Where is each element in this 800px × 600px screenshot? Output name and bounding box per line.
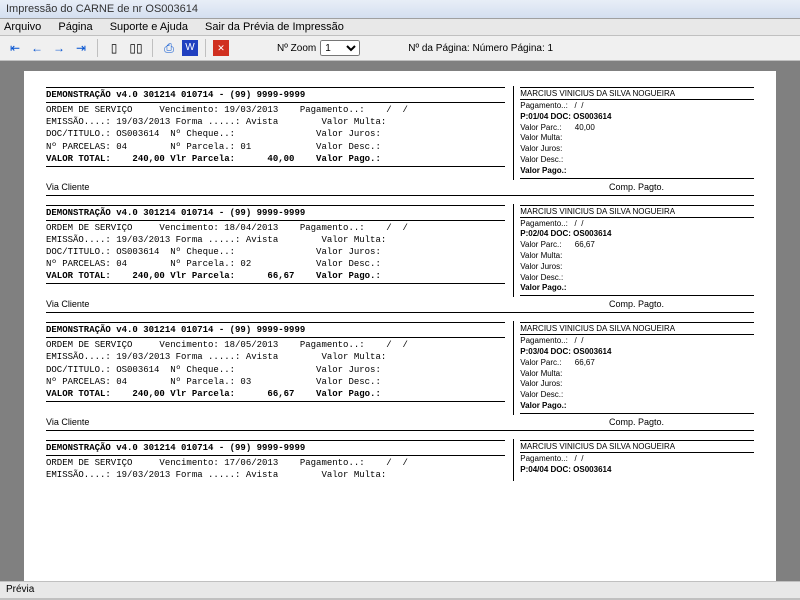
- r-pagamento: Pagamento..: / /: [520, 219, 754, 230]
- print-icon[interactable]: ⎙: [160, 39, 178, 57]
- page-icon[interactable]: ▯: [105, 39, 123, 57]
- demo-header: DEMONSTRAÇÃO v4.0 301214 010714 - (99) 9…: [46, 324, 505, 336]
- via-cliente: Via Cliente: [46, 299, 89, 309]
- row-emissao: EMISSÃO....: 19/03/2013 Forma .....: Avi…: [46, 234, 505, 246]
- r-pdoc: P:04/04 DOC: OS003614: [520, 465, 754, 476]
- row-emissao: EMISSÃO....: 19/03/2013 Forma .....: Avi…: [46, 116, 505, 128]
- row-parcelas: Nº PARCELAS: 04 Nº Parcela.: 01 Valor De…: [46, 141, 505, 153]
- pages-icon[interactable]: ▯▯: [127, 39, 145, 57]
- carne-stub: DEMONSTRAÇÃO v4.0 301214 010714 - (99) 9…: [46, 203, 754, 321]
- r-juros: Valor Juros:: [520, 262, 754, 273]
- prev-page-icon[interactable]: ←: [28, 39, 46, 57]
- via-cliente: Via Cliente: [46, 182, 89, 192]
- r-juros: Valor Juros:: [520, 144, 754, 155]
- r-pago: Valor Pago.:: [520, 283, 754, 294]
- comp-pagto: Comp. Pagto.: [609, 417, 754, 427]
- first-page-icon[interactable]: ⇤: [6, 39, 24, 57]
- r-multa: Valor Multa:: [520, 251, 754, 262]
- row-doc: DOC/TITULO.: OS003614 Nº Cheque..: Valor…: [46, 128, 505, 140]
- r-valorparc: Valor Parc.: 66,67: [520, 240, 754, 251]
- carne-stub: DEMONSTRAÇÃO v4.0 301214 010714 - (99) 9…: [46, 85, 754, 203]
- menu-pagina[interactable]: Página: [58, 21, 92, 33]
- row-total: VALOR TOTAL: 240,00 Vlr Parcela: 40,00 V…: [46, 153, 505, 165]
- toolbar-separator: [152, 39, 153, 57]
- row-parcelas: Nº PARCELAS: 04 Nº Parcela.: 03 Valor De…: [46, 376, 505, 388]
- r-desc: Valor Desc.:: [520, 390, 754, 401]
- comp-pagto: Comp. Pagto.: [609, 182, 754, 192]
- preview-viewport: DEMONSTRAÇÃO v4.0 301214 010714 - (99) 9…: [0, 61, 800, 581]
- row-ordem: ORDEM DE SERVIÇO Vencimento: 18/05/2013 …: [46, 339, 505, 351]
- demo-header: DEMONSTRAÇÃO v4.0 301214 010714 - (99) 9…: [46, 442, 505, 454]
- client-name: MARCIUS VINICIUS DA SILVA NOGUEIRA: [520, 442, 754, 451]
- r-valorparc: Valor Parc.: 66,67: [520, 358, 754, 369]
- window-title-bar: Impressão do CARNE de nr OS003614: [0, 0, 800, 19]
- r-multa: Valor Multa:: [520, 369, 754, 380]
- row-doc: DOC/TITULO.: OS003614 Nº Cheque..: Valor…: [46, 246, 505, 258]
- row-ordem: ORDEM DE SERVIÇO Vencimento: 17/06/2013 …: [46, 457, 505, 469]
- row-emissao: EMISSÃO....: 19/03/2013 Forma .....: Avi…: [46, 351, 505, 363]
- page-number-label: Nº da Página: Número Página: 1: [408, 43, 553, 54]
- row-total: VALOR TOTAL: 240,00 Vlr Parcela: 66,67 V…: [46, 270, 505, 282]
- toolbar: ⇤ ← → ⇥ ▯ ▯▯ ⎙ W ✕ Nº Zoom 1 Nº da Págin…: [0, 36, 800, 61]
- window-title: Impressão do CARNE de nr OS003614: [6, 3, 198, 15]
- comp-pagto: Comp. Pagto.: [609, 299, 754, 309]
- row-emissao: EMISSÃO....: 19/03/2013 Forma .....: Avi…: [46, 469, 505, 481]
- carne-stub: DEMONSTRAÇÃO v4.0 301214 010714 - (99) 9…: [46, 438, 754, 481]
- status-bar: Prévia: [0, 581, 800, 598]
- client-name: MARCIUS VINICIUS DA SILVA NOGUEIRA: [520, 207, 754, 216]
- row-total: VALOR TOTAL: 240,00 Vlr Parcela: 66,67 V…: [46, 388, 505, 400]
- next-page-icon[interactable]: →: [50, 39, 68, 57]
- toolbar-separator: [205, 39, 206, 57]
- menu-arquivo[interactable]: Arquivo: [4, 21, 41, 33]
- r-pagamento: Pagamento..: / /: [520, 454, 754, 465]
- r-juros: Valor Juros:: [520, 379, 754, 390]
- menu-bar: Arquivo Página Suporte e Ajuda Sair da P…: [0, 19, 800, 36]
- status-text: Prévia: [6, 584, 34, 595]
- row-doc: DOC/TITULO.: OS003614 Nº Cheque..: Valor…: [46, 364, 505, 376]
- r-pagamento: Pagamento..: / /: [520, 101, 754, 112]
- r-pagamento: Pagamento..: / /: [520, 336, 754, 347]
- row-parcelas: Nº PARCELAS: 04 Nº Parcela.: 02 Valor De…: [46, 258, 505, 270]
- page-sheet: DEMONSTRAÇÃO v4.0 301214 010714 - (99) 9…: [24, 71, 776, 581]
- r-desc: Valor Desc.:: [520, 155, 754, 166]
- r-pdoc: P:02/04 DOC: OS003614: [520, 229, 754, 240]
- toolbar-separator: [97, 39, 98, 57]
- r-pago: Valor Pago.:: [520, 166, 754, 177]
- zoom-select[interactable]: 1: [320, 40, 360, 56]
- menu-sair[interactable]: Sair da Prévia de Impressão: [205, 21, 344, 33]
- demo-header: DEMONSTRAÇÃO v4.0 301214 010714 - (99) 9…: [46, 89, 505, 101]
- r-desc: Valor Desc.:: [520, 273, 754, 284]
- row-ordem: ORDEM DE SERVIÇO Vencimento: 19/03/2013 …: [46, 104, 505, 116]
- word-export-icon[interactable]: W: [182, 40, 198, 56]
- r-pago: Valor Pago.:: [520, 401, 754, 412]
- carne-stub: DEMONSTRAÇÃO v4.0 301214 010714 - (99) 9…: [46, 320, 754, 438]
- last-page-icon[interactable]: ⇥: [72, 39, 90, 57]
- r-pdoc: P:03/04 DOC: OS003614: [520, 347, 754, 358]
- r-pdoc: P:01/04 DOC: OS003614: [520, 112, 754, 123]
- row-ordem: ORDEM DE SERVIÇO Vencimento: 18/04/2013 …: [46, 222, 505, 234]
- zoom-label: Nº Zoom: [277, 43, 316, 54]
- r-multa: Valor Multa:: [520, 133, 754, 144]
- demo-header: DEMONSTRAÇÃO v4.0 301214 010714 - (99) 9…: [46, 207, 505, 219]
- close-preview-icon[interactable]: ✕: [213, 40, 229, 56]
- client-name: MARCIUS VINICIUS DA SILVA NOGUEIRA: [520, 89, 754, 98]
- r-valorparc: Valor Parc.: 40,00: [520, 123, 754, 134]
- via-cliente: Via Cliente: [46, 417, 89, 427]
- client-name: MARCIUS VINICIUS DA SILVA NOGUEIRA: [520, 324, 754, 333]
- menu-suporte[interactable]: Suporte e Ajuda: [110, 21, 188, 33]
